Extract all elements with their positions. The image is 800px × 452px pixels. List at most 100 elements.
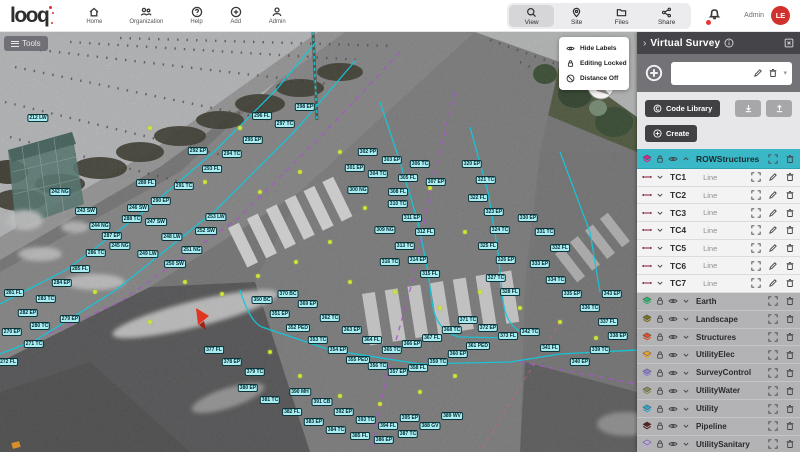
select-extents-icon[interactable] xyxy=(768,296,778,306)
survey-point-label[interactable]: 251 NG xyxy=(181,246,202,254)
select-extents-icon[interactable] xyxy=(751,261,761,271)
layer-row[interactable]: TC3 Line xyxy=(637,204,800,222)
lock-icon[interactable] xyxy=(655,404,665,414)
trash-icon[interactable] xyxy=(785,368,795,378)
chevron-down-icon[interactable] xyxy=(681,314,691,324)
survey-point-label[interactable]: 271 TC xyxy=(24,340,44,348)
select-extents-icon[interactable] xyxy=(751,208,761,218)
layer-group-row[interactable]: Pipeline xyxy=(637,418,800,436)
pencil-icon[interactable] xyxy=(753,68,763,78)
select-extents-icon[interactable] xyxy=(751,243,761,253)
eye-icon[interactable] xyxy=(668,421,678,431)
lock-icon[interactable] xyxy=(655,350,665,360)
chevron-down-icon[interactable]: ▾ xyxy=(783,69,787,77)
lock-icon[interactable] xyxy=(655,296,665,306)
control-point-dot[interactable] xyxy=(238,126,242,130)
chevron-down-icon[interactable] xyxy=(655,225,665,235)
survey-point-label[interactable]: 305 FL xyxy=(398,174,418,182)
chevron-down-icon[interactable] xyxy=(655,208,665,218)
chevron-down-icon[interactable] xyxy=(681,439,691,449)
survey-select-input[interactable]: ▾ xyxy=(671,62,792,85)
survey-point-label[interactable]: 343 EP xyxy=(602,290,622,298)
layer-row[interactable]: TC1 Line xyxy=(637,169,800,187)
trash-icon[interactable] xyxy=(785,350,795,360)
survey-point-label[interactable]: 307 EP xyxy=(426,178,446,186)
lock-icon[interactable] xyxy=(655,314,665,324)
chevron-up-icon[interactable] xyxy=(681,154,691,164)
pencil-icon[interactable] xyxy=(768,172,778,182)
survey-point-label[interactable]: 365 TC xyxy=(382,346,402,354)
trash-icon[interactable] xyxy=(785,261,795,271)
pencil-icon[interactable] xyxy=(768,208,778,218)
select-extents-icon[interactable] xyxy=(768,368,778,378)
layer-group-row[interactable]: UtilityElec xyxy=(637,346,800,364)
survey-point-label[interactable]: 388 GV xyxy=(420,422,441,430)
survey-point-label[interactable]: 308 FL xyxy=(388,188,408,196)
chevron-down-icon[interactable] xyxy=(681,421,691,431)
survey-point-label[interactable]: 336 TC xyxy=(580,304,600,312)
survey-point-label[interactable]: 289 FL xyxy=(136,179,156,187)
control-point-dot[interactable] xyxy=(463,230,467,234)
chevron-down-icon[interactable] xyxy=(681,368,691,378)
select-extents-icon[interactable] xyxy=(751,278,761,288)
layer-group-row[interactable]: SurveyControl xyxy=(637,364,800,382)
layer-group-row-rowstructures[interactable]: ROWStructures xyxy=(637,149,800,169)
survey-point-label[interactable]: 285 FL xyxy=(70,265,90,273)
control-point-dot[interactable] xyxy=(378,402,382,406)
select-extents-icon[interactable] xyxy=(768,386,778,396)
eye-icon[interactable] xyxy=(668,386,678,396)
control-point-dot[interactable] xyxy=(478,290,482,294)
chevron-down-icon[interactable] xyxy=(655,278,665,288)
close-panel-icon[interactable] xyxy=(784,38,794,48)
lock-icon[interactable] xyxy=(655,421,665,431)
survey-point-label[interactable]: 316 TC xyxy=(380,258,400,266)
survey-point-label[interactable]: 342 TC xyxy=(520,328,540,336)
survey-point-label[interactable]: 350 BC xyxy=(252,296,273,304)
survey-point-label[interactable]: 253 LW xyxy=(205,213,226,221)
survey-point-label[interactable]: 361 PED xyxy=(466,342,490,350)
chevron-down-icon[interactable] xyxy=(655,243,665,253)
survey-point-label[interactable]: 279 EP xyxy=(60,315,80,323)
survey-point-label[interactable]: 311 EP xyxy=(402,214,422,222)
survey-point-label[interactable]: 370 BC xyxy=(278,290,299,298)
lock-icon[interactable] xyxy=(655,332,665,342)
layer-row[interactable]: TC4 Line xyxy=(637,222,800,240)
eye-icon[interactable] xyxy=(668,296,678,306)
trash-icon[interactable] xyxy=(785,386,795,396)
survey-point-label[interactable]: 323 EP xyxy=(484,208,504,216)
control-point-dot[interactable] xyxy=(518,306,522,310)
control-point-dot[interactable] xyxy=(148,126,152,130)
control-point-dot[interactable] xyxy=(258,190,262,194)
select-extents-icon[interactable] xyxy=(751,172,761,182)
survey-point-label[interactable]: 322 FL xyxy=(468,194,488,202)
survey-point-label[interactable]: 353 TC xyxy=(308,336,328,344)
survey-point-label[interactable]: 385 FL xyxy=(350,432,370,440)
survey-point-label[interactable]: 352 PED xyxy=(286,324,310,332)
survey-point-label[interactable]: 335 EP xyxy=(562,290,582,298)
control-point-dot[interactable] xyxy=(348,280,352,284)
control-point-dot[interactable] xyxy=(298,170,302,174)
control-point-dot[interactable] xyxy=(183,280,187,284)
survey-point-label[interactable]: 383 EP xyxy=(304,418,324,426)
layer-row[interactable]: TC2 Line xyxy=(637,187,800,205)
nav-item-home[interactable]: Home xyxy=(86,6,102,25)
control-point-dot[interactable] xyxy=(428,186,432,190)
survey-point-label[interactable]: 287 EP xyxy=(102,232,122,240)
layer-row[interactable]: TC6 Line xyxy=(637,257,800,275)
survey-point-label[interactable]: 384 TC xyxy=(326,426,346,434)
pencil-icon[interactable] xyxy=(768,225,778,235)
select-extents-icon[interactable] xyxy=(768,404,778,414)
survey-point-label[interactable]: 364 FL xyxy=(362,336,382,344)
survey-point-label[interactable]: 337 FL xyxy=(598,318,618,326)
survey-point-label[interactable]: 359 TC xyxy=(428,358,448,366)
survey-point-label[interactable]: 369 EP xyxy=(298,300,318,308)
collapse-panel-chevron[interactable]: › xyxy=(643,38,646,49)
add-survey-button[interactable] xyxy=(645,64,663,82)
survey-point-label[interactable]: 341 FL xyxy=(540,344,560,352)
survey-point-label[interactable]: 306 TC xyxy=(410,160,430,168)
tab-files[interactable]: Files xyxy=(599,5,644,27)
survey-point-label[interactable]: 371 TC xyxy=(458,316,478,324)
trash-icon[interactable] xyxy=(785,243,795,253)
tab-share[interactable]: Share xyxy=(644,5,689,27)
nav-item-organization[interactable]: Organization xyxy=(129,6,163,25)
